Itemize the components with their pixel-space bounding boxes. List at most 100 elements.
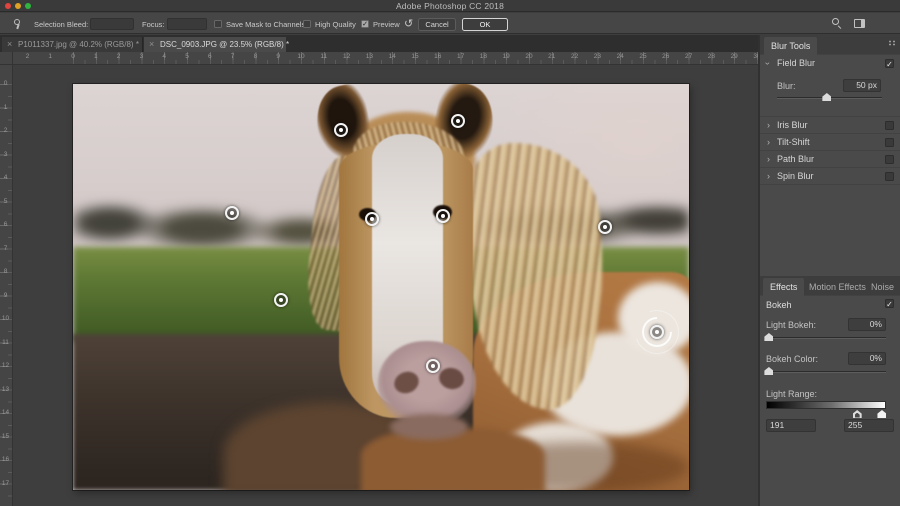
close-tab-icon[interactable]: × — [7, 37, 12, 52]
ruler-number: 2 — [117, 53, 121, 60]
bokeh-checkbox[interactable] — [885, 299, 894, 308]
blur-pin[interactable] — [225, 206, 239, 220]
pin-dot — [431, 364, 435, 368]
tilt-shift-row[interactable]: › Tilt-Shift — [760, 133, 900, 150]
light-range-high-value[interactable]: 255 — [844, 419, 894, 432]
horse-mouth — [390, 414, 468, 440]
light-range-low-marker[interactable] — [853, 410, 862, 418]
ruler-number: 19 — [503, 53, 510, 60]
ok-button[interactable]: OK — [462, 18, 508, 31]
spin-blur-checkbox[interactable] — [885, 172, 894, 181]
reset-icon[interactable]: ↺ — [404, 17, 413, 30]
light-bokeh-slider-thumb[interactable] — [764, 333, 773, 341]
spin-blur-label: Spin Blur — [777, 168, 814, 185]
ruler-number: 8 — [254, 53, 258, 60]
blur-pin[interactable] — [274, 293, 288, 307]
bokeh-color-slider-track[interactable] — [766, 371, 886, 373]
blur-pin[interactable] — [598, 220, 612, 234]
ruler-number: 18 — [480, 53, 487, 60]
light-range-label: Light Range: — [766, 389, 817, 399]
bokeh-color-slider-thumb[interactable] — [764, 367, 773, 375]
light-range-gradient-bar[interactable] — [766, 401, 886, 409]
window-title: Adobe Photoshop CC 2018 — [0, 1, 900, 11]
preview-checkbox[interactable] — [361, 20, 369, 28]
save-mask-checkbox[interactable] — [214, 20, 222, 28]
pin-dot — [230, 211, 234, 215]
spin-blur-row[interactable]: › Spin Blur — [760, 167, 900, 184]
chevron-right-icon[interactable]: › — [767, 134, 770, 151]
document-tab[interactable]: × P1011337.jpg @ 40.2% (RGB/8) * — [2, 37, 143, 52]
tilt-shift-label: Tilt-Shift — [777, 134, 810, 151]
blur-pin[interactable] — [426, 359, 440, 373]
pin-dot — [339, 128, 343, 132]
close-tab-icon[interactable]: × — [149, 37, 154, 52]
light-range-low-value[interactable]: 191 — [766, 419, 816, 432]
blur-slider-thumb[interactable] — [822, 93, 831, 101]
ruler-number: 6 — [208, 53, 212, 60]
ruler-number: 16 — [434, 53, 441, 60]
field-blur-checkbox[interactable] — [885, 59, 894, 68]
blur-pin[interactable] — [451, 114, 465, 128]
horse-chest — [361, 428, 545, 490]
blur-pin[interactable] — [334, 123, 348, 137]
chevron-right-icon[interactable]: › — [767, 151, 770, 168]
chevron-down-icon[interactable]: › — [759, 62, 776, 65]
ruler-number: 17 — [0, 481, 11, 487]
iris-blur-row[interactable]: › Iris Blur — [760, 116, 900, 133]
ruler-top: 2101234567891011121314151617181920212223… — [13, 52, 760, 65]
selection-bleed-field[interactable] — [90, 18, 134, 30]
chevron-right-icon[interactable]: › — [767, 168, 770, 185]
tab-noise[interactable]: Noise — [864, 278, 900, 296]
panel-menu-icon[interactable] — [888, 40, 896, 46]
blur-slider-track[interactable] — [777, 97, 882, 99]
blur-pin[interactable] — [365, 212, 379, 226]
blur-tools-panel-tab[interactable]: Blur Tools — [764, 37, 817, 55]
search-icon[interactable] — [832, 18, 843, 29]
ruler-number: 10 — [297, 53, 304, 60]
chevron-right-icon[interactable]: › — [767, 117, 770, 134]
tab-motion-effects[interactable]: Motion Effects — [802, 278, 873, 296]
ruler-number: 24 — [617, 53, 624, 60]
iris-blur-checkbox[interactable] — [885, 121, 894, 130]
tab-effects[interactable]: Effects — [763, 278, 804, 296]
ruler-number: 3 — [140, 53, 144, 60]
ruler-number: 7 — [0, 246, 11, 252]
iris-blur-label: Iris Blur — [777, 117, 808, 134]
light-range-high-marker[interactable] — [877, 410, 886, 418]
blur-pin-selected[interactable] — [650, 325, 664, 339]
ruler-left: 01234567891011121314151617 — [0, 65, 13, 506]
high-quality-checkbox[interactable] — [303, 20, 311, 28]
path-blur-label: Path Blur — [777, 151, 814, 168]
ruler-number: 5 — [185, 53, 189, 60]
ruler-number: 5 — [0, 199, 11, 205]
ruler-number: 21 — [548, 53, 555, 60]
path-blur-checkbox[interactable] — [885, 155, 894, 164]
ruler-number: 4 — [162, 53, 166, 60]
workspace-switcher-icon[interactable] — [854, 19, 865, 28]
photo[interactable] — [73, 84, 689, 490]
blur-pin-tool-icon — [13, 19, 22, 28]
ruler-number: 12 — [0, 363, 11, 369]
pin-dot — [370, 217, 374, 221]
light-bokeh-value[interactable]: 0% — [848, 318, 886, 331]
document-tab-active[interactable]: × DSC_0903.JPG @ 23.5% (RGB/8) * — [144, 37, 286, 52]
tilt-shift-checkbox[interactable] — [885, 138, 894, 147]
light-bokeh-slider-track[interactable] — [766, 337, 886, 339]
path-blur-row[interactable]: › Path Blur — [760, 150, 900, 167]
ruler-number: 2 — [0, 128, 11, 134]
options-bar: Selection Bleed: Focus: Save Mask to Cha… — [0, 13, 900, 34]
cancel-button[interactable]: Cancel — [418, 18, 456, 31]
ruler-number: 20 — [525, 53, 532, 60]
focus-field[interactable] — [167, 18, 207, 30]
bokeh-color-value[interactable]: 0% — [848, 352, 886, 365]
field-blur-row[interactable]: › Field Blur — [760, 55, 900, 72]
ruler-number: 1 — [48, 53, 52, 60]
blur-pin[interactable] — [436, 209, 450, 223]
titlebar: Adobe Photoshop CC 2018 — [0, 0, 900, 12]
ruler-number: 11 — [320, 53, 327, 60]
canvas-area[interactable] — [13, 65, 760, 506]
blur-amount-value[interactable]: 50 px — [843, 79, 881, 92]
ruler-number: 3 — [0, 152, 11, 158]
ruler-number: 9 — [0, 293, 11, 299]
ruler-number: 27 — [685, 53, 692, 60]
